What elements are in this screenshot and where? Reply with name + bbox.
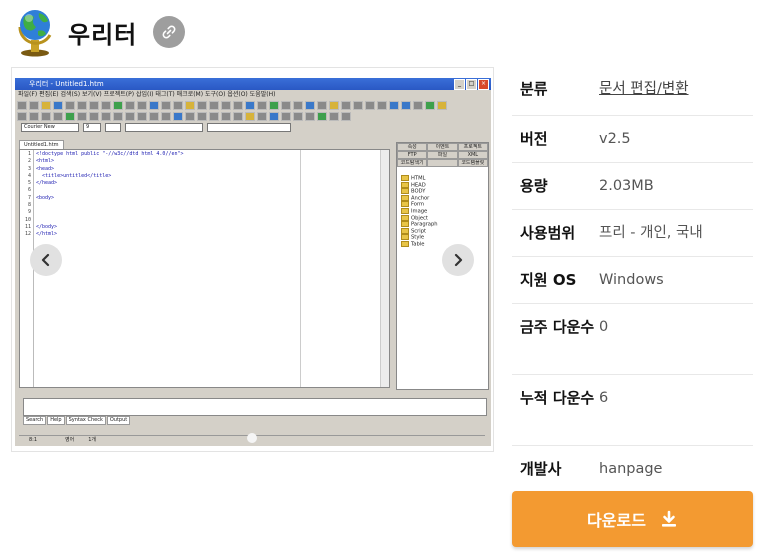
shot-bottom-tab: Output — [106, 416, 131, 425]
shot-font-row: Courier New 9 — [21, 122, 485, 132]
shot-status-cell: 1개 — [88, 437, 97, 443]
shot-font-size: 9 — [83, 122, 101, 132]
gallery-dot[interactable] — [247, 433, 257, 443]
shot-code: <!doctype html public "-//w3c//dtd html … — [36, 151, 184, 238]
shot-bottom-tab: Help — [47, 416, 65, 425]
info-label: 지원 OS — [520, 271, 577, 289]
chevron-left-icon — [41, 253, 50, 267]
app-title: 우리터 — [68, 20, 138, 49]
info-value: 2.03MB — [599, 178, 654, 194]
shot-tree-item: Script — [401, 227, 438, 235]
shot-doc-tab: Untitled1.htm — [19, 140, 64, 149]
link-icon — [162, 25, 176, 39]
shot-bottom-tab: Syntax Check — [65, 416, 106, 425]
shot-line-numbers: 1 2 3 4 5 6 7 8 9 10 11 12 — [24, 151, 31, 238]
info-row-license: 사용범위 프리 - 개인, 국내 — [512, 210, 753, 257]
shot-tree-item: Anchor — [401, 194, 438, 202]
shot-toolbar-2 — [17, 111, 489, 121]
shot-tree-item: Paragraph — [401, 221, 438, 228]
info-row-category: 분류 문서 편집/변환 — [512, 65, 753, 116]
info-label: 개발사 — [520, 460, 562, 478]
info-value: Windows — [599, 272, 664, 288]
info-value: hanpage — [599, 461, 663, 477]
shot-font-name: Courier New — [21, 122, 79, 132]
download-button[interactable]: 다운로드 — [512, 491, 753, 547]
app-header: 우리터 — [14, 6, 186, 58]
category-link[interactable]: 문서 편집/변환 — [599, 77, 753, 115]
info-label: 누적 다운수 — [520, 389, 595, 407]
shot-window-title: 우리터 - Untitled1.htm — [29, 80, 104, 88]
shot-side-tab: FTP — [397, 151, 428, 159]
gallery-prev-button[interactable] — [30, 244, 62, 276]
shot-tree-item: Table — [401, 240, 438, 248]
shot-tree-item: Form — [401, 201, 438, 208]
shot-side-tab: 속성 — [397, 143, 428, 151]
shot-side-tab: 코드탐색기 — [397, 159, 428, 167]
globe-icon — [14, 7, 60, 57]
download-label: 다운로드 — [587, 511, 646, 530]
shot-side-tab: XML — [457, 151, 488, 159]
info-label: 버전 — [520, 130, 548, 148]
download-icon — [661, 510, 676, 527]
info-row-developer: 개발사 hanpage — [512, 446, 753, 493]
shot-bottom-panel: Search Help Syntax Check Output — [19, 392, 487, 428]
info-row-weekly-downloads: 금주 다운수 0 — [512, 304, 753, 375]
info-label: 분류 — [520, 80, 548, 98]
chevron-right-icon — [454, 253, 463, 267]
info-label: 금주 다운수 — [520, 318, 595, 336]
shot-side-tab: 프로젝트 — [457, 143, 488, 151]
info-value: v2.5 — [599, 131, 631, 147]
shot-side-tab — [427, 159, 458, 167]
shot-titlebar: 우리터 - Untitled1.htm _ □ × — [15, 78, 491, 90]
shot-tree-item: Object — [401, 214, 438, 222]
shot-menubar: 파일(F) 편집(E) 검색(S) 보기(V) 프로젝트(P) 삽입(I) 태그… — [18, 91, 276, 98]
shot-tree-item: Style — [401, 234, 438, 241]
shot-tree-item: Image — [401, 207, 438, 215]
info-row-size: 용량 2.03MB — [512, 163, 753, 210]
info-table: 분류 문서 편집/변환 버전 v2.5 용량 2.03MB 사용범위 프리 - … — [512, 65, 753, 493]
copy-link-button[interactable] — [153, 16, 186, 48]
shot-tree-item: BODY — [401, 188, 438, 195]
shot-status-cell: 영어 — [65, 437, 75, 443]
shot-status-cell: 8:1 — [29, 437, 38, 443]
shot-editor: 1 2 3 4 5 6 7 8 9 10 11 12 <!doctype htm… — [19, 149, 390, 388]
info-label: 사용범위 — [520, 224, 576, 242]
shot-bottom-tab: Search — [23, 416, 47, 425]
info-row-total-downloads: 누적 다운수 6 — [512, 375, 753, 446]
shot-tree: HTML HEAD BODY Anchor Form Image Object Paragra… — [401, 175, 438, 248]
shot-side-tab: 파일 — [427, 151, 458, 159]
info-value: 6 — [599, 390, 609, 406]
shot-side-tab: 코드템플릿 — [457, 159, 488, 167]
shot-toolbar-1 — [17, 100, 489, 110]
info-value: 프리 - 개인, 국내 — [599, 225, 703, 241]
screenshot-image: 우리터 - Untitled1.htm _ □ × 파일(F) 편집(E) 검색(S… — [15, 78, 491, 446]
info-value: 0 — [599, 319, 609, 335]
shot-tree-item: HTML — [401, 175, 438, 182]
info-row-os: 지원 OS Windows — [512, 257, 753, 304]
info-row-version: 버전 v2.5 — [512, 116, 753, 163]
shot-tree-item: HEAD — [401, 181, 438, 189]
gallery-next-button[interactable] — [442, 244, 474, 276]
shot-side-tab: 이벤트 — [427, 143, 458, 151]
info-label: 용량 — [520, 177, 548, 195]
screenshot-gallery: 우리터 - Untitled1.htm _ □ × 파일(F) 편집(E) 검색(S… — [11, 67, 494, 452]
